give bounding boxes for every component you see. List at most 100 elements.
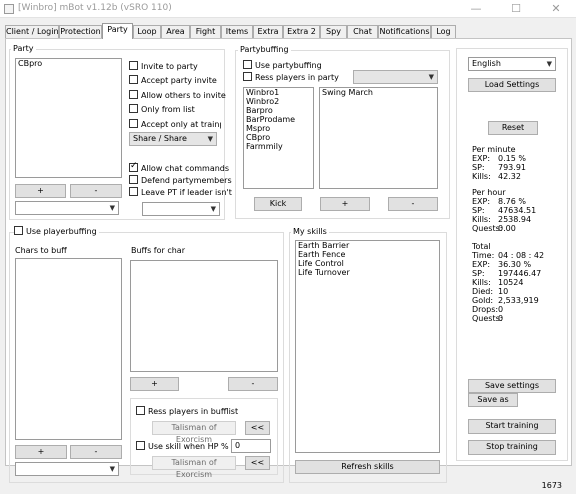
accept-party-invite-checkbox[interactable]: Accept party invite <box>129 75 217 86</box>
checkbox-box[interactable] <box>129 90 138 99</box>
checkbox-box[interactable] <box>129 104 138 113</box>
save-as-button[interactable]: Save as <box>468 393 518 407</box>
list-item[interactable]: Swing March <box>320 88 437 97</box>
tab-client-login[interactable]: Client / Login <box>5 25 59 38</box>
checkbox-box[interactable] <box>243 72 252 81</box>
checkbox-box[interactable] <box>129 175 138 184</box>
checkbox-box[interactable] <box>14 226 23 235</box>
list-item[interactable]: Barpro <box>244 106 313 115</box>
add-partybuff-button[interactable]: + <box>320 197 370 211</box>
partybuffing-group-label: Partybuffing <box>238 45 291 54</box>
allow-chat-commands-checkbox[interactable]: Allow chat commands <box>129 161 229 174</box>
leave-pt-checkbox[interactable]: Leave PT if leader isn't <box>129 187 232 198</box>
party-bottom-combo[interactable]: ▼ <box>15 201 119 215</box>
defend-partymembers-checkbox[interactable]: Defend partymembers <box>129 175 232 186</box>
ress-skill-select[interactable]: ▼ <box>353 70 438 84</box>
accept-only-trainplace-checkbox[interactable]: Accept only at trainplac <box>129 119 221 130</box>
kick-button[interactable]: Kick <box>254 197 302 211</box>
remove-char-button[interactable]: - <box>70 445 122 459</box>
total-quests: Quests:0 <box>472 314 504 323</box>
checkbox-box[interactable] <box>129 61 138 70</box>
ress-players-in-party-checkbox[interactable]: Ress players in party <box>243 72 339 83</box>
chars-combo[interactable]: ▼ <box>15 462 119 476</box>
tab-protection[interactable]: Protection <box>59 25 102 38</box>
minimize-icon[interactable]: — <box>456 0 496 18</box>
reset-button[interactable]: Reset <box>488 121 538 135</box>
chevron-down-icon: ▼ <box>428 73 434 81</box>
buffs-for-char-label: Buffs for char <box>131 246 185 255</box>
select-talisman-2-button[interactable]: << <box>245 456 270 470</box>
checkbox-box[interactable] <box>136 406 145 415</box>
tab-log[interactable]: Log <box>431 25 456 38</box>
list-item[interactable]: BarProdame <box>244 115 313 124</box>
share-mode-select[interactable]: Share / Share ▼ <box>129 132 217 146</box>
use-skill-when-hp-checkbox[interactable]: Use skill when HP % < <box>136 441 238 452</box>
main-window: [Winbro] mBot v1.12b (vSRO 110) — ☐ ✕ Cl… <box>0 0 576 494</box>
my-skills-list[interactable]: Earth Barrier Earth Fence Life Control L… <box>295 240 440 453</box>
checkbox-box[interactable] <box>243 60 252 69</box>
tab-items[interactable]: Items <box>221 25 253 38</box>
use-playerbuffing-checkbox[interactable]: Use playerbuffing <box>14 226 99 237</box>
chevron-down-icon: ▼ <box>109 465 115 473</box>
add-buff-button[interactable]: + <box>130 377 179 391</box>
list-item[interactable]: CBpro <box>244 133 313 142</box>
chevron-down-icon: ▼ <box>207 135 213 143</box>
tab-notifications[interactable]: Notifications <box>378 25 431 38</box>
partybuffing-skills-list[interactable]: Swing March <box>319 87 438 189</box>
tab-fight[interactable]: Fight <box>190 25 221 38</box>
checkbox-box[interactable] <box>129 187 138 196</box>
remove-party-member-button[interactable]: - <box>70 184 122 198</box>
add-party-member-button[interactable]: + <box>15 184 66 198</box>
hp-percent-input[interactable]: 0 <box>231 439 271 453</box>
title-bar: [Winbro] mBot v1.12b (vSRO 110) — ☐ ✕ <box>0 0 576 18</box>
tab-extra-2[interactable]: Extra 2 <box>283 25 320 38</box>
party-members-list[interactable]: CBpro <box>15 58 122 178</box>
list-item[interactable]: Life Control <box>296 259 439 268</box>
list-item[interactable]: CBpro <box>16 59 121 68</box>
remove-partybuff-button[interactable]: - <box>388 197 438 211</box>
list-item[interactable]: Farmmily <box>244 142 313 151</box>
tab-loop[interactable]: Loop <box>133 25 161 38</box>
checkbox-box[interactable] <box>129 119 138 128</box>
only-from-list-checkbox[interactable]: Only from list <box>129 104 195 115</box>
load-settings-button[interactable]: Load Settings <box>468 78 556 92</box>
close-icon[interactable]: ✕ <box>536 0 576 18</box>
list-item[interactable]: Earth Barrier <box>296 241 439 250</box>
list-item[interactable]: Winbro1 <box>244 88 313 97</box>
ress-players-in-bufflist-checkbox[interactable]: Ress players in bufflist <box>136 406 238 417</box>
total-exp: EXP: 36.30 % <box>472 260 532 269</box>
tab-party[interactable]: Party <box>102 23 133 39</box>
list-item[interactable]: Earth Fence <box>296 250 439 259</box>
maximize-icon[interactable]: ☐ <box>496 0 536 18</box>
language-select[interactable]: English ▼ <box>468 57 556 71</box>
refresh-skills-button[interactable]: Refresh skills <box>295 460 440 474</box>
save-settings-button[interactable]: Save settings <box>468 379 556 393</box>
chars-to-buff-list[interactable] <box>15 258 122 440</box>
remove-buff-button[interactable]: - <box>228 377 278 391</box>
checkbox-box[interactable] <box>129 75 138 84</box>
select-talisman-1-button[interactable]: << <box>245 421 270 435</box>
leader-select[interactable]: ▼ <box>142 202 220 216</box>
talisman-field-1: Talisman of Exorcism <box>152 421 236 444</box>
add-char-button[interactable]: + <box>15 445 67 459</box>
list-item[interactable]: Winbro2 <box>244 97 313 106</box>
stop-training-button[interactable]: Stop training <box>468 440 556 455</box>
total-kills: Kills: 10524 <box>472 278 524 287</box>
list-item[interactable]: Mspro <box>244 124 313 133</box>
tab-area[interactable]: Area <box>161 25 190 38</box>
checkbox-box[interactable] <box>136 441 145 450</box>
tab-extra[interactable]: Extra <box>253 25 283 38</box>
partybuffing-players-list[interactable]: Winbro1 Winbro2 Barpro BarProdame Mspro … <box>243 87 314 189</box>
allow-others-invite-checkbox[interactable]: Allow others to invite <box>129 90 226 101</box>
tab-chat[interactable]: Chat <box>347 25 378 38</box>
invite-to-party-checkbox[interactable]: Invite to party <box>129 61 198 72</box>
list-item[interactable]: Life Turnover <box>296 268 439 277</box>
buffs-for-char-list[interactable] <box>130 260 278 372</box>
per-hour-exp: EXP: 8.76 % <box>472 197 526 206</box>
per-minute-sp: SP: 793.91 <box>472 163 526 172</box>
start-training-button[interactable]: Start training <box>468 419 556 434</box>
window-title: [Winbro] mBot v1.12b (vSRO 110) <box>18 3 172 13</box>
checkbox-box[interactable] <box>129 161 138 172</box>
tab-spy[interactable]: Spy <box>320 25 347 38</box>
use-partybuffing-checkbox[interactable]: Use partybuffing <box>243 60 322 71</box>
